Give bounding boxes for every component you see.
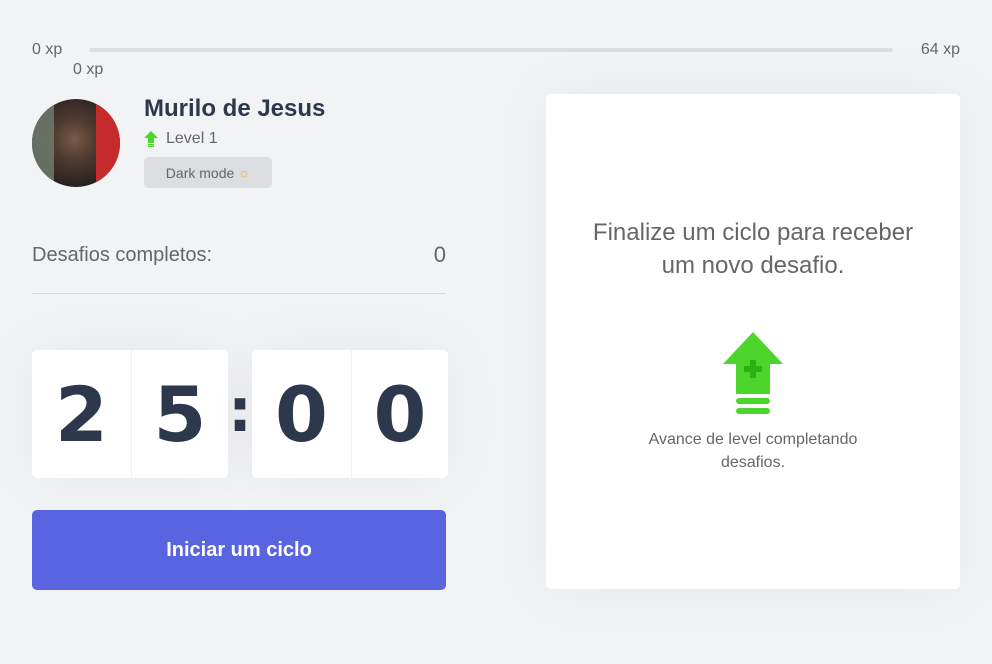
minutes: 2 5 bbox=[32, 350, 228, 478]
level-label: Level 1 bbox=[166, 130, 218, 147]
dark-mode-toggle[interactable]: Dark mode ☼ bbox=[144, 157, 272, 188]
second-digit-left: 0 bbox=[252, 350, 352, 478]
completed-label: Desafios completos: bbox=[32, 244, 213, 266]
level-up-icon bbox=[723, 332, 783, 414]
countdown-separator: : bbox=[228, 376, 252, 446]
completed-count: 0 bbox=[433, 242, 446, 267]
profile: Murilo de Jesus Level 1 Dark mode ☼ bbox=[32, 94, 446, 194]
second-digit-right: 0 bbox=[373, 369, 427, 459]
xp-current-label: 0 xp bbox=[73, 61, 104, 78]
countdown: 2 5 : 0 0 bbox=[32, 350, 448, 478]
level-row: Level 1 bbox=[144, 130, 325, 148]
challenge-title: Finalize um ciclo para receber um novo d… bbox=[592, 219, 914, 279]
xp-min-label: 0 xp bbox=[32, 41, 63, 58]
user-name: Murilo de Jesus bbox=[144, 95, 326, 122]
profile-info: Murilo de Jesus Level 1 Dark mode ☼ bbox=[144, 94, 325, 188]
seconds: 0 0 bbox=[252, 350, 448, 478]
left-column: Murilo de Jesus Level 1 Dark mode ☼ Desa… bbox=[32, 94, 448, 590]
completed-challenges: Desafios completos: 0 bbox=[32, 242, 446, 294]
experience-bar: 0 xp 64 xp 0 xp bbox=[32, 38, 960, 78]
dark-mode-label: Dark mode bbox=[165, 164, 235, 181]
challenge-box: Finalize um ciclo para receber um novo d… bbox=[546, 94, 960, 589]
minute-digit-left: 2 bbox=[32, 350, 132, 478]
level-up-arrow-icon bbox=[144, 131, 158, 147]
sun-icon: ☼ bbox=[238, 165, 251, 180]
start-cycle-button[interactable]: Iniciar um ciclo bbox=[32, 510, 446, 590]
avatar bbox=[32, 99, 120, 187]
xp-track bbox=[89, 48, 893, 52]
challenge-hint: Avance de level completando desafios. bbox=[648, 431, 858, 471]
minute-digit-right: 5 bbox=[153, 369, 207, 459]
xp-max-label: 64 xp bbox=[920, 41, 960, 58]
